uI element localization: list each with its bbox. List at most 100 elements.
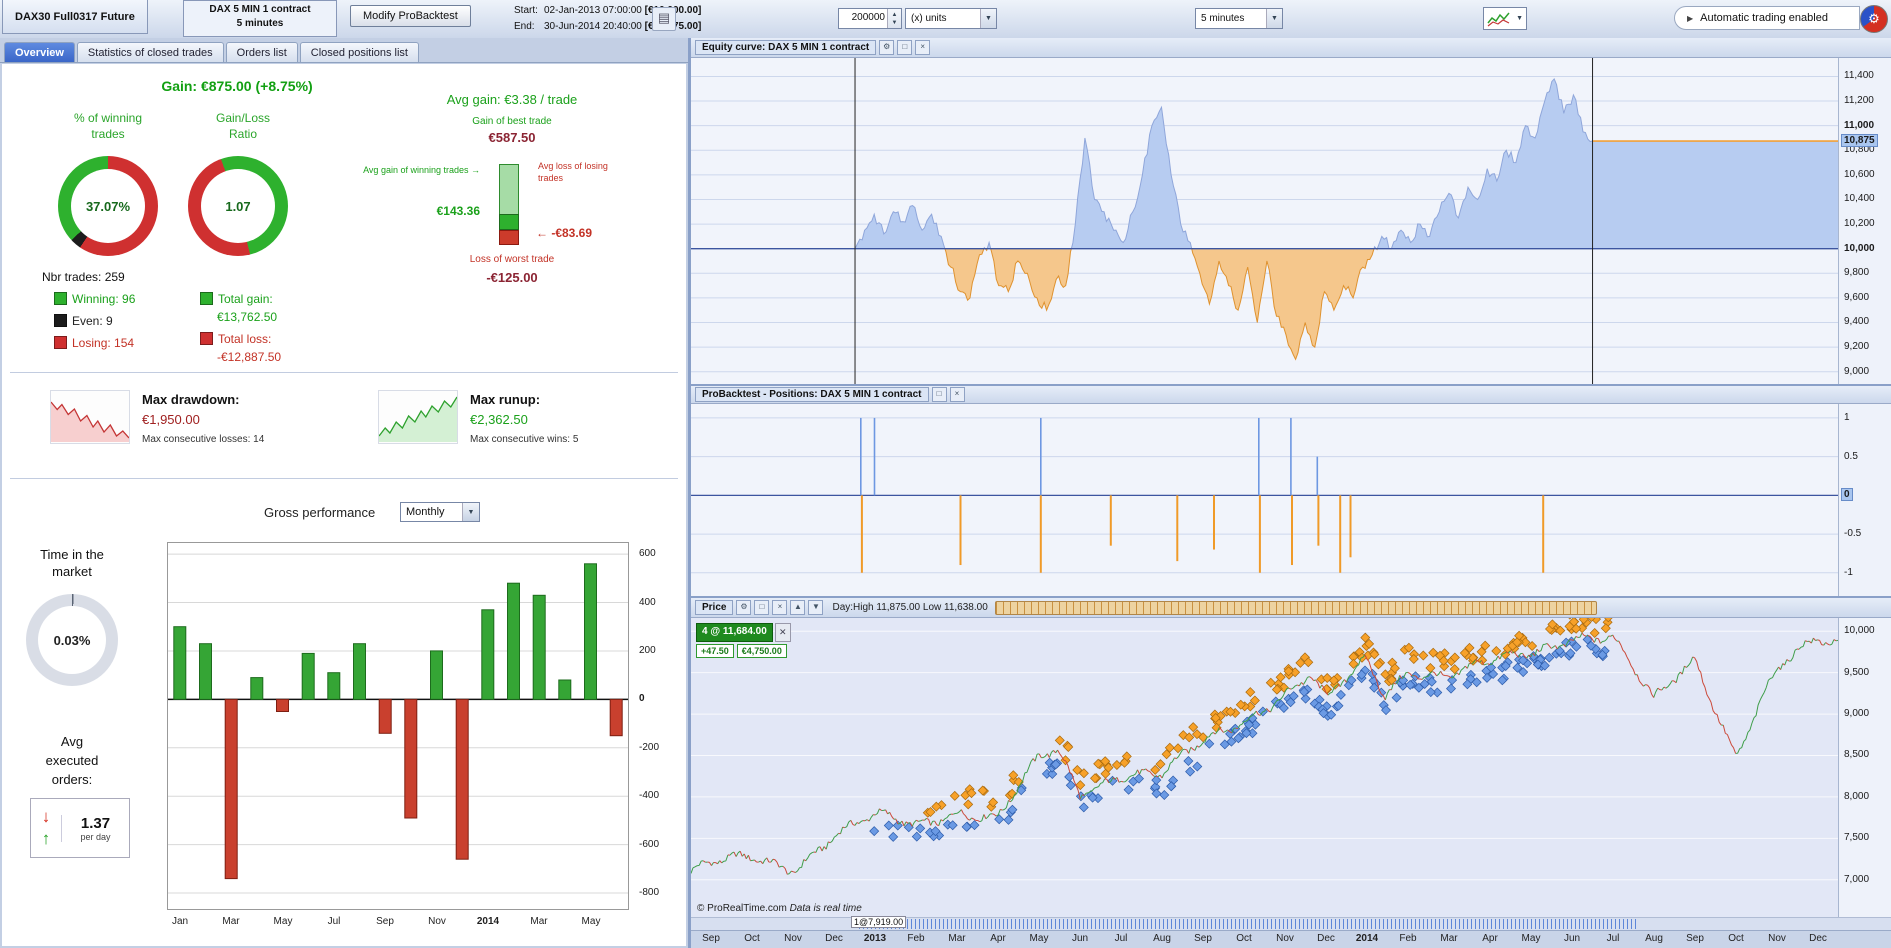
avg-loss-value: ← -€83.69 [536,226,593,240]
settings-icon[interactable]: ⚙ [879,40,895,55]
trading-platform-window: DAX30 Full0317 Future DAX 5 MIN 1 contra… [0,0,1891,948]
quantity-value[interactable]: 200000 [839,9,887,28]
gain-swatch [200,292,213,305]
equity-y-axis: 11,400 11,200 11,000 10,800 10,600 10,400 10,2… [1838,58,1891,384]
legend-even: Even: 9 [54,314,113,328]
instrument-tab[interactable]: DAX30 Full0317 Future [2,0,148,34]
winning-donut-title: % of winning trades [73,111,143,141]
time-in-market-donut: 0.03% [26,594,118,686]
chart-style-selector[interactable]: ▼ [1483,7,1527,30]
close-icon[interactable]: × [915,40,931,55]
equity-pane-title: Equity curve: DAX 5 MIN 1 contract [695,40,877,55]
price-pane-header: Price ⚙ □ × ▲ ▼ Day:High 11,875.00 Low 1… [691,598,1891,618]
even-swatch [54,314,67,327]
position-pnl: +47.50 €4,750.00 [696,644,787,658]
chevron-down-icon[interactable]: ▼ [462,503,479,521]
positions-pane-title: ProBacktest - Positions: DAX 5 MIN 1 con… [695,387,929,402]
equity-curve-pane: Equity curve: DAX 5 MIN 1 contract ⚙ □ ×… [691,38,1891,384]
winning-percentage: 37.07% [85,198,131,214]
quantity-stepper[interactable]: 200000 ▲ ▼ [838,8,902,29]
arrow-up-icon[interactable]: ▲ [790,600,806,615]
winning-swatch [54,292,67,305]
avg-orders-widget: ↓ ↑ 1.37 per day [30,798,130,858]
instrument-name: DAX30 Full0317 Future [15,10,135,23]
positions-pane-header: ProBacktest - Positions: DAX 5 MIN 1 con… [691,386,1891,404]
avg-win-label: Avg gain of winning trades → [363,165,480,175]
chevron-down-icon[interactable]: ▼ [980,9,996,28]
tab-overview[interactable]: Overview [4,42,75,62]
tab-orders-list[interactable]: Orders list [225,42,298,62]
automatic-trading-toggle[interactable]: ▶ Automatic trading enabled [1674,6,1860,30]
avg-orders-unit: per day [80,831,111,842]
nbr-trades: Nbr trades: 259 [42,270,125,284]
best-trade-value: €587.50 [488,130,536,145]
order-arrows-icon: ↓ ↑ [31,806,61,850]
timeframe-dropdown-value: 5 minutes [1201,13,1245,24]
contract-name: DAX 5 MIN 1 contract [209,4,311,15]
avg-orders-value: 1.37 [80,814,111,832]
report-tabs: Overview Statistics of closed trades Ord… [0,38,688,63]
period-dropdown-value: Monthly [406,506,445,518]
trade-markers-scrollbar[interactable]: 1@7,919.00 [691,916,1891,930]
window-icon[interactable]: □ [931,387,947,402]
losing-swatch [54,336,67,349]
units-dropdown-value: (x) units [911,13,947,24]
max-runup-value: €2,362.50 [470,412,528,427]
top-bar: DAX30 Full0317 Future DAX 5 MIN 1 contra… [0,0,1891,39]
overview-content: Gain: €875.00 (+8.75%) % of winning trade… [2,64,686,946]
equity-curve-chart[interactable] [691,58,1838,384]
time-in-market-label: Time in the market [40,547,104,579]
gain-summary: Gain: €875.00 (+8.75%) [161,78,313,94]
winning-trades-donut: 37.07% [58,156,158,256]
mini-chart-icon [1487,12,1510,26]
positions-pane: ProBacktest - Positions: DAX 5 MIN 1 con… [691,384,1891,596]
tab-statistics[interactable]: Statistics of closed trades [76,42,224,62]
equity-pane-header: Equity curve: DAX 5 MIN 1 contract ⚙ □ × [691,38,1891,58]
window-icon[interactable]: □ [897,40,913,55]
open-position-badge: 4 @ 11,684.00 ✕ [696,623,791,642]
price-chart[interactable] [691,618,1838,917]
avg-loss-label: Avg loss of losing trades [538,161,608,183]
gross-performance-chart[interactable] [167,542,629,910]
gross-performance-label: Gross performance [264,505,376,520]
close-icon[interactable]: × [949,387,965,402]
legend-losing: Losing: 154 [54,336,134,350]
total-loss-label: Total loss: [200,332,271,346]
period-dropdown[interactable]: Monthly ▼ [400,502,480,522]
tab-closed-positions[interactable]: Closed positions list [299,42,419,62]
proorder-gear-icon[interactable]: ⚙ [1860,5,1888,33]
stepper-arrows-icon[interactable]: ▲ ▼ [887,9,901,28]
gross-performance-x-axis: Jan Mar May Jul Sep Nov 2014 Mar May [171,916,601,927]
positions-y-axis: 1 0.5 -0.5 -1 0 [1838,404,1891,596]
chevron-down-icon: ▼ [1516,15,1523,22]
arrow-down-icon[interactable]: ▼ [808,600,824,615]
gross-performance-y-axis: 600 400 200 0 -200 -400 -600 -800 [639,548,660,898]
pnl-points: +47.50 [696,644,734,658]
total-gain-value: €13,762.50 [217,310,278,324]
divider [10,478,678,479]
worst-trade-label: Loss of worst trade [469,254,555,265]
window-icon[interactable]: □ [754,600,770,615]
runup-sparkline [378,390,458,444]
gain-loss-ratio-value: 1.07 [225,198,251,214]
trades-timeline-strip[interactable] [994,600,1597,615]
units-dropdown[interactable]: (x) units ▼ [905,8,997,29]
modify-probacktest-button[interactable]: Modify ProBacktest [350,5,471,27]
legend-winning: Winning: 96 [54,292,135,306]
pnl-euro: €4,750.00 [736,644,787,658]
total-loss-value: -€12,887.50 [217,350,282,364]
report-icon[interactable]: ▤ [652,7,676,31]
loss-bar [499,230,519,245]
worst-trade-value: -€125.00 [486,270,538,285]
settings-icon[interactable]: ⚙ [736,600,752,615]
timeframe-dropdown[interactable]: 5 minutes ▼ [1195,8,1283,29]
close-position-icon[interactable]: ✕ [774,623,791,642]
chevron-down-icon[interactable]: ▼ [1266,9,1282,28]
ratio-donut-title: Gain/Loss Ratio [215,111,271,141]
positions-chart[interactable] [691,404,1838,596]
max-runup-label: Max runup: [470,392,541,407]
first-order-marker: 1@7,919.00 [851,916,907,928]
close-icon[interactable]: × [772,600,788,615]
loss-swatch [200,332,213,345]
trade-ticks [859,919,1639,929]
